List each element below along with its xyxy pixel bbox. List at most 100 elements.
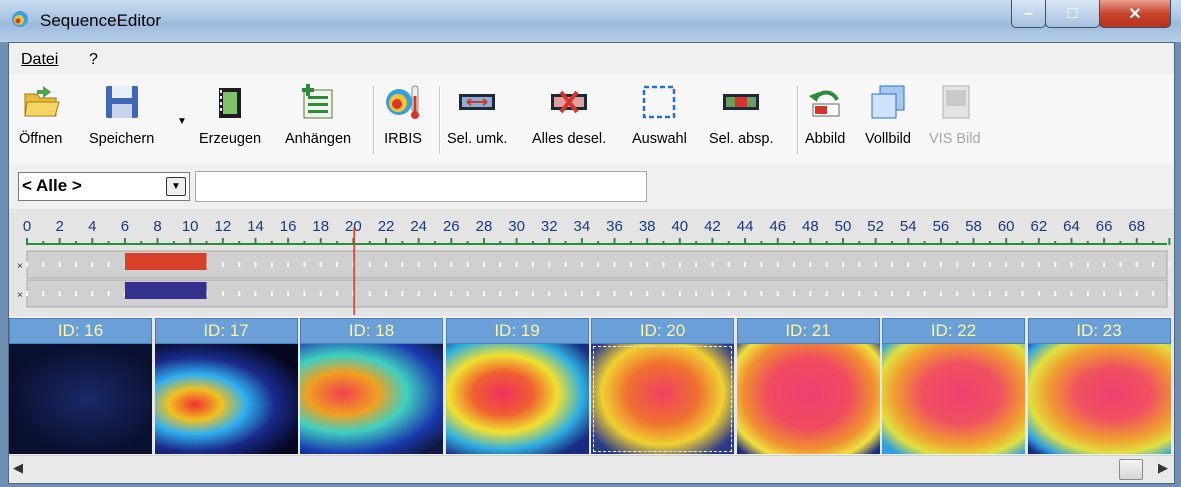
timeline-tick <box>988 241 991 245</box>
sequence-thumbnail[interactable]: ID: 18 <box>300 318 443 454</box>
track-frame-marker <box>613 262 616 267</box>
sequence-thumbnail[interactable]: ID: 23 <box>1027 318 1171 454</box>
track-frame-marker <box>939 262 942 267</box>
track-frame-marker <box>401 262 404 267</box>
deselect-all-button[interactable]: Alles desel. <box>532 82 606 147</box>
track-frame-marker <box>58 291 61 296</box>
timeline-tick-label: 60 <box>998 218 1015 235</box>
sequence-thumbnail[interactable]: ID: 20 <box>591 318 734 454</box>
timeline-tick <box>923 241 926 245</box>
timeline-tick-label: 36 <box>606 218 623 235</box>
track-frame-marker <box>858 262 861 267</box>
track-marker-icon: × <box>17 261 23 272</box>
track-frame-marker <box>646 262 649 267</box>
menu-bar: Datei ? <box>9 43 1174 76</box>
timeline-tick <box>140 241 143 245</box>
track-frame-marker <box>597 291 600 296</box>
invert-selection-button[interactable]: Sel. umk. <box>447 82 507 147</box>
filter-input[interactable] <box>195 171 647 202</box>
track-frame-marker <box>744 262 747 267</box>
selection-button[interactable]: Auswahl <box>632 82 687 147</box>
track-frame-marker <box>417 291 420 296</box>
scrollbar-thumb[interactable] <box>1119 459 1143 480</box>
timeline-tick <box>874 238 877 245</box>
thumbnail-id-label: ID: 21 <box>736 318 880 344</box>
timeline-tick <box>629 241 632 245</box>
minimize-button[interactable]: – <box>1011 0 1046 28</box>
irbis-button[interactable]: IRBIS <box>383 82 423 147</box>
timeline-tick <box>319 238 322 245</box>
timeline-tick <box>254 238 257 245</box>
track-frame-marker <box>1070 291 1073 296</box>
track-frame-marker <box>939 291 942 296</box>
track-frame-marker <box>1103 262 1106 267</box>
track-frame-marker <box>336 262 339 267</box>
track-frame-marker <box>1152 291 1155 296</box>
track-frame-marker <box>1021 262 1024 267</box>
track-frame-marker <box>1135 262 1138 267</box>
track-frame-marker <box>580 291 583 296</box>
horizontal-scrollbar[interactable]: ◀ ▶ <box>9 455 1174 482</box>
open-button[interactable]: Öffnen <box>19 82 62 147</box>
timeline-tick <box>336 241 339 245</box>
track-frame-marker <box>74 291 77 296</box>
close-button[interactable]: ✕ <box>1099 0 1171 28</box>
track-frame-marker <box>890 291 893 296</box>
timeline-tick-label: 30 <box>508 218 525 235</box>
timeline-tick <box>74 241 77 245</box>
scroll-right-arrow-icon[interactable]: ▶ <box>1158 460 1168 476</box>
scroll-left-arrow-icon[interactable]: ◀ <box>13 460 23 476</box>
timeline-tick <box>907 238 910 245</box>
save-button[interactable]: Speichern <box>89 82 154 147</box>
track-frame-marker <box>1037 262 1040 267</box>
sequence-thumbnail[interactable]: ID: 19 <box>445 318 589 454</box>
track-frame-marker <box>695 291 698 296</box>
timeline-tick-label: 62 <box>1030 218 1047 235</box>
thumbnail-id-label: ID: 16 <box>9 318 152 344</box>
sequence-thumbnail[interactable]: ID: 16 <box>9 318 152 454</box>
track-selection-bar <box>124 253 207 270</box>
track-frame-marker <box>1054 262 1057 267</box>
track-frame-marker <box>1168 291 1171 296</box>
track-frame-marker <box>858 291 861 296</box>
timeline-tick <box>695 241 698 245</box>
track-frame-marker <box>646 291 649 296</box>
menu-datei[interactable]: Datei <box>21 51 58 69</box>
sequence-thumbnail[interactable]: ID: 22 <box>882 318 1025 454</box>
timeline-tick <box>107 241 110 245</box>
menu-help[interactable]: ? <box>89 51 98 69</box>
track-frame-marker <box>1168 262 1171 267</box>
play-selection-button[interactable]: Sel. absp. <box>709 82 774 147</box>
track-frame-marker <box>531 262 534 267</box>
sequence-thumbnail[interactable]: ID: 17 <box>154 318 298 454</box>
track-frame-marker <box>368 291 371 296</box>
timeline-tick <box>548 238 551 245</box>
create-button[interactable]: Erzeugen <box>199 82 261 147</box>
append-button[interactable]: Anhängen <box>285 82 351 147</box>
timeline-tick-label: 54 <box>900 218 917 235</box>
timeline-tick-label: 8 <box>153 218 161 235</box>
sequence-timeline[interactable]: 0 2 4 6 8 10 12 14 16 18 20 22 24 26 28 30 32 34 36 38 40 42 4… <box>9 209 1174 316</box>
track-frame-marker <box>776 262 779 267</box>
timeline-tick <box>646 238 649 245</box>
window-title: SequenceEditor <box>40 11 161 30</box>
image-button[interactable]: Abbild <box>805 82 845 147</box>
filter-select[interactable]: < Alle > ▼ <box>18 172 190 201</box>
timeline-tick <box>205 241 208 245</box>
track-frame-marker <box>760 262 763 267</box>
save-dropdown-arrow-icon[interactable]: ▼ <box>177 116 187 127</box>
maximize-button[interactable]: □ <box>1045 0 1100 28</box>
track-frame-marker <box>385 291 388 296</box>
track-frame-marker <box>238 262 241 267</box>
fullscreen-button[interactable]: Vollbild <box>865 82 911 147</box>
timeline-tick <box>58 238 61 245</box>
track-frame-marker <box>74 262 77 267</box>
track-frame-marker <box>988 291 991 296</box>
track-frame-marker <box>1005 291 1008 296</box>
timeline-tick-label: 0 <box>23 218 31 235</box>
chevron-down-icon[interactable]: ▼ <box>166 177 186 196</box>
timeline-axis <box>27 243 1167 245</box>
sequence-thumbnail[interactable]: ID: 21 <box>736 318 880 454</box>
track-frame-marker <box>287 262 290 267</box>
thumbnail-id-label: ID: 23 <box>1027 318 1171 344</box>
